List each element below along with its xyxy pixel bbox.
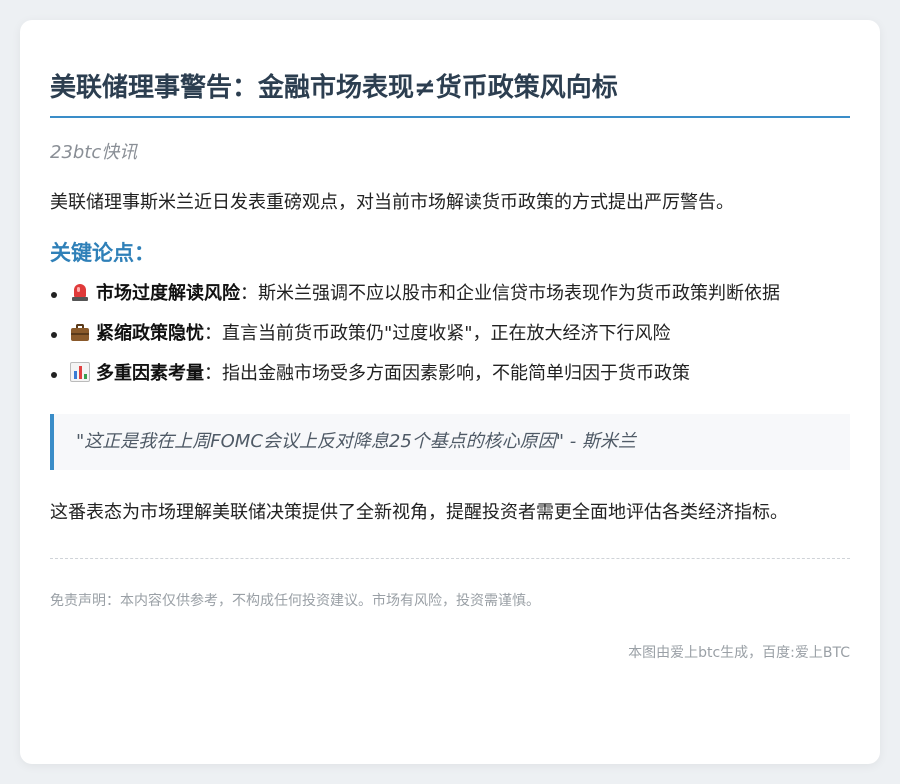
siren-icon — [70, 282, 90, 302]
point-text: 直言当前货币政策仍"过度收紧"，正在放大经济下行风险 — [222, 323, 671, 344]
article-intro: 美联储理事斯米兰近日发表重磅观点，对当前市场解读货币政策的方式提出严厉警告。 — [50, 192, 734, 213]
point-separator: ： — [204, 323, 222, 344]
point-label: 多重因素考量 — [96, 363, 204, 384]
section-heading-key-points: 关键论点： — [50, 241, 155, 265]
article-conclusion: 这番表态为市场理解美联储决策提供了全新视角，提醒投资者需更全面地评估各类经济指标… — [50, 502, 788, 523]
briefcase-icon — [70, 322, 90, 342]
credit-text: 本图由爱上btc生成，百度:爱上BTC — [628, 645, 850, 661]
article-source: 23btc快讯 — [50, 142, 138, 163]
point-separator: ： — [240, 283, 258, 304]
list-item: 市场过度解读风险：斯米兰强调不应以股市和企业信贷市场表现作为货币政策判断依据 — [50, 280, 850, 308]
point-text: 指出金融市场受多方面因素影响，不能简单归因于货币政策 — [222, 363, 690, 384]
point-text: 斯米兰强调不应以股市和企业信贷市场表现作为货币政策判断依据 — [258, 283, 780, 304]
disclaimer-text: 免责声明：本内容仅供参考，不构成任何投资建议。市场有风险，投资需谨慎。 — [50, 593, 540, 609]
list-item: 多重因素考量：指出金融市场受多方面因素影响，不能简单归因于货币政策 — [50, 360, 850, 388]
point-label: 市场过度解读风险 — [96, 283, 240, 304]
key-points-list: 市场过度解读风险：斯米兰强调不应以股市和企业信贷市场表现作为货币政策判断依据 紧… — [50, 280, 850, 388]
point-label: 紧缩政策隐忧 — [96, 323, 204, 344]
article-title: 美联储理事警告：金融市场表现≠货币政策风向标 — [50, 70, 850, 118]
bar-chart-icon — [70, 362, 90, 382]
list-item: 紧缩政策隐忧：直言当前货币政策仍"过度收紧"，正在放大经济下行风险 — [50, 320, 850, 348]
article-card: 美联储理事警告：金融市场表现≠货币政策风向标 23btc快讯 美联储理事斯米兰近… — [20, 20, 880, 764]
point-separator: ： — [204, 363, 222, 384]
quote-block: "这正是我在上周FOMC会议上反对降息25个基点的核心原因" - 斯米兰 — [50, 414, 850, 470]
divider — [50, 558, 850, 559]
